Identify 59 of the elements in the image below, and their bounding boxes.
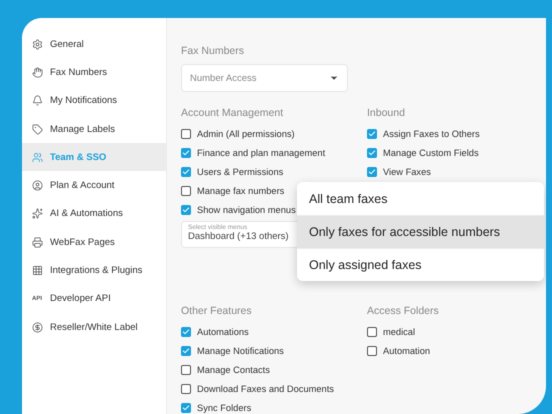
- checkbox[interactable]: [181, 186, 191, 196]
- dollar-circle-icon: [32, 322, 43, 333]
- checkbox-label: medical: [383, 326, 416, 336]
- grid-icon: [32, 265, 43, 276]
- checkbox[interactable]: [367, 346, 377, 356]
- checkbox[interactable]: [181, 364, 191, 374]
- checkbox-label: Admin (All permissions): [197, 128, 295, 138]
- sidebar-item[interactable]: My Notifications: [22, 86, 166, 115]
- sidebar-item[interactable]: Manage Labels: [22, 114, 166, 144]
- checkbox-label: Show navigation menus: [197, 204, 296, 214]
- section-title: Other Features: [181, 304, 253, 318]
- menu-item[interactable]: All team faxes: [297, 182, 544, 215]
- checkbox[interactable]: [181, 384, 191, 394]
- section-title: Fax Numbers: [181, 44, 246, 58]
- sidebar-item[interactable]: Plan & Account: [22, 171, 166, 200]
- checkbox-label: View Faxes: [383, 166, 431, 176]
- section-title: Access Folders: [367, 304, 440, 318]
- checkbox[interactable]: [181, 148, 191, 158]
- checkbox[interactable]: [181, 346, 191, 356]
- checkbox-label: Download Faxes and Documents: [197, 384, 334, 394]
- sidebar-item[interactable]: Fax Numbers: [22, 58, 166, 87]
- checkbox[interactable]: [367, 326, 377, 336]
- sidebar-item[interactable]: WebFax Pages: [22, 228, 166, 256]
- checkbox-label: Manage Notifications: [197, 346, 284, 356]
- checkbox[interactable]: [367, 128, 377, 138]
- menu-item[interactable]: Only faxes for accessible numbers: [297, 215, 544, 248]
- sparkles-icon: [32, 208, 43, 220]
- checkbox[interactable]: [181, 204, 191, 214]
- checkbox[interactable]: [367, 166, 377, 176]
- checkbox-label: Manage Contacts: [197, 364, 270, 374]
- settings-icon: [32, 38, 43, 50]
- checkbox-label: Manage fax numbers: [197, 186, 284, 196]
- checkbox-label: Manage Custom Fields: [383, 148, 479, 158]
- bell-icon: [32, 95, 43, 106]
- checkbox-label: Sync Folders: [197, 402, 252, 412]
- checkbox-label: Finance and plan management: [197, 148, 326, 158]
- menu-item[interactable]: Only assigned faxes: [297, 248, 544, 281]
- checkbox-label: Automations: [197, 326, 249, 336]
- printer-icon: [32, 236, 43, 248]
- hand-icon: [32, 66, 43, 78]
- checkbox[interactable]: [367, 148, 377, 158]
- section-title: Inbound: [367, 106, 406, 120]
- user-circle-icon: [32, 180, 43, 192]
- field-value: Dashboard (+13 others): [188, 231, 289, 242]
- tag-icon: [32, 124, 43, 135]
- checkbox[interactable]: [181, 402, 191, 412]
- sidebar-item[interactable]: Reseller/White Label: [22, 312, 166, 342]
- checkbox[interactable]: [181, 326, 191, 336]
- checkbox[interactable]: [181, 166, 191, 176]
- checkbox-label: Automation: [383, 346, 430, 356]
- sidebar-item[interactable]: Integrations & Plugins: [22, 256, 166, 285]
- number-access-select[interactable]: Number Access: [181, 64, 348, 92]
- users-icon: [32, 152, 43, 163]
- sidebar-item[interactable]: General: [22, 30, 166, 58]
- checkbox-label: Assign Faxes to Others: [383, 128, 480, 138]
- checkbox[interactable]: [181, 128, 191, 138]
- section-title: Account Management: [181, 106, 284, 120]
- sidebar-item[interactable]: AI & Automations: [22, 200, 166, 228]
- checkbox-label: Users & Permissions: [197, 166, 284, 176]
